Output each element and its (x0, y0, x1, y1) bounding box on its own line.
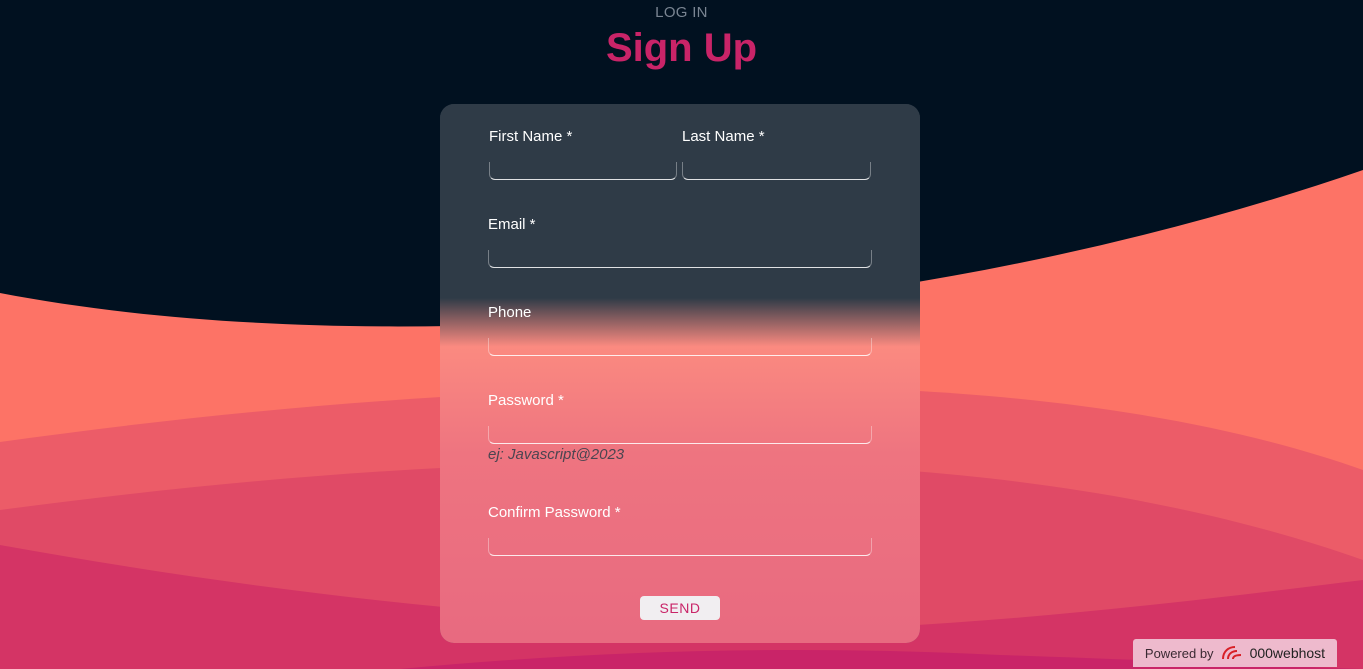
last-name-input[interactable] (682, 162, 871, 180)
powered-by-badge[interactable]: Powered by 000webhost (1133, 639, 1337, 667)
password-label: Password * (488, 392, 564, 409)
webhost-logo-icon (1221, 646, 1241, 660)
send-button[interactable]: SEND (640, 596, 720, 620)
first-name-label: First Name * (489, 128, 573, 145)
phone-label: Phone (488, 304, 532, 321)
last-name-label: Last Name * (682, 128, 765, 145)
confirm-password-input[interactable] (488, 538, 872, 556)
top-nav: LOG IN (0, 4, 1363, 22)
email-input[interactable] (488, 250, 872, 268)
confirm-password-label: Confirm Password * (488, 504, 621, 521)
card-tint (440, 104, 920, 643)
brand-name: 000webhost (1249, 645, 1326, 661)
page-title: Sign Up (605, 26, 758, 70)
powered-by-text: Powered by (1144, 645, 1214, 661)
password-input[interactable] (488, 426, 872, 444)
first-name-input[interactable] (489, 162, 677, 180)
email-label: Email * (488, 216, 536, 233)
signup-form-card: First Name * Last Name * Email * Phone P… (440, 104, 920, 643)
password-hint: ej: Javascript@2023 (488, 446, 625, 463)
phone-input[interactable] (488, 338, 872, 356)
login-link[interactable]: LOG IN (655, 4, 708, 21)
